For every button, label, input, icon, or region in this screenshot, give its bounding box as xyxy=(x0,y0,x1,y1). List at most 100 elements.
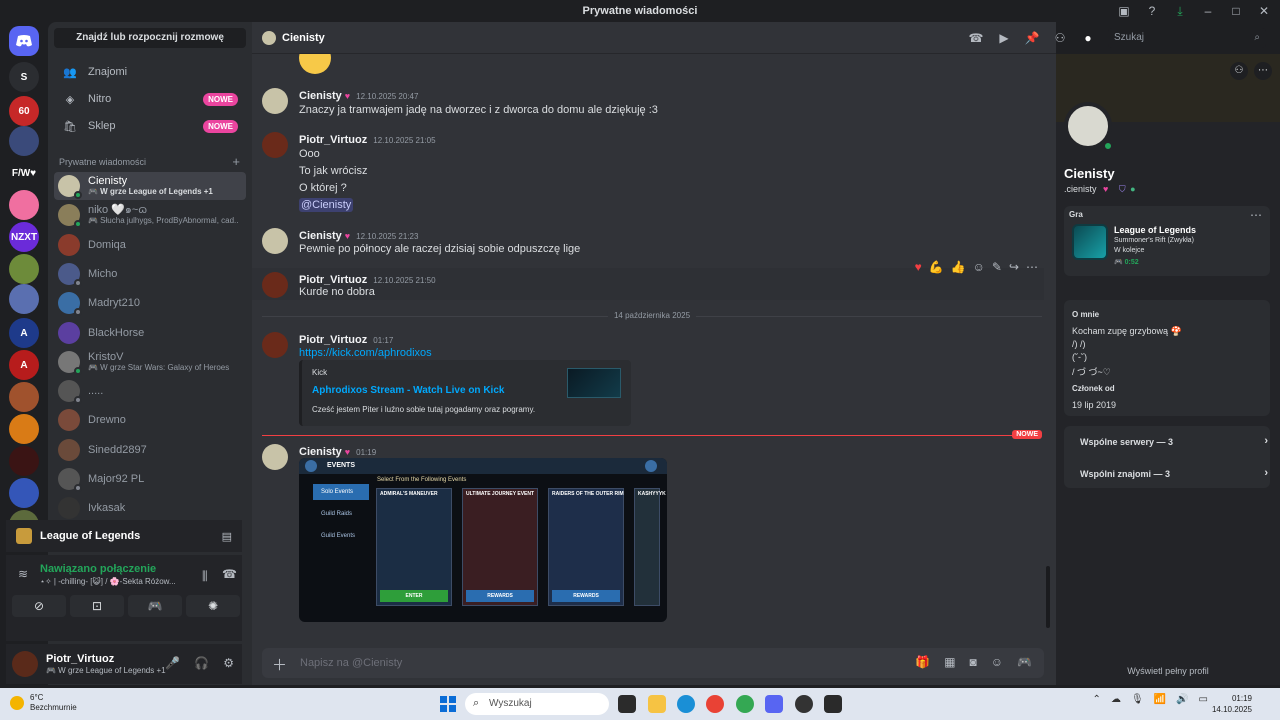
message-link[interactable]: https://kick.com/aphrodixos xyxy=(299,347,432,359)
attach-plus-icon[interactable]: ＋ xyxy=(272,654,287,675)
tray-expand-icon[interactable]: ⌃ xyxy=(1093,694,1101,705)
noise-suppression-icon[interactable]: ⫼ xyxy=(202,569,208,584)
server-icon[interactable] xyxy=(9,414,39,444)
inbox-icon[interactable]: ▣ xyxy=(1116,3,1132,19)
camera-off-button[interactable]: ⊘ xyxy=(12,595,66,617)
dm-item[interactable]: BlackHorse xyxy=(54,319,246,347)
windows-start-icon[interactable] xyxy=(440,696,456,712)
message-composer[interactable]: ＋ Napisz na @Cienisty 🎁 ▦ ◙ ☺ 🎮 xyxy=(262,648,1044,678)
minimize-icon[interactable]: – xyxy=(1200,3,1216,19)
taskbar-clock[interactable]: 01:19 14.10.2025 xyxy=(1212,693,1252,715)
more-icon[interactable]: ⋯ xyxy=(1026,260,1038,274)
mic-tray-icon[interactable]: 🎙 xyxy=(1131,694,1144,705)
signal-icon[interactable]: ≋ xyxy=(18,567,28,581)
volume-icon[interactable]: 🔊 xyxy=(1176,694,1188,705)
gift-icon[interactable]: 🎁 xyxy=(915,655,930,669)
edit-icon[interactable]: ✎ xyxy=(992,260,1002,274)
close-icon[interactable]: ✕ xyxy=(1256,3,1272,19)
thumbs-up-reaction-icon[interactable]: 👍 xyxy=(951,260,966,274)
author-name[interactable]: Cienisty xyxy=(299,230,342,242)
author-name[interactable]: Piotr_Virtuoz xyxy=(299,274,367,286)
activity-more-icon[interactable]: ⋯ xyxy=(1250,208,1262,222)
activity-button[interactable]: 🎮 xyxy=(128,595,182,617)
activity-settings-icon[interactable]: ▤ xyxy=(222,530,232,543)
server-icon[interactable] xyxy=(9,382,39,412)
app-icon[interactable] xyxy=(795,695,813,713)
dm-item[interactable]: Sinedd2897 xyxy=(54,436,246,464)
edge-icon[interactable] xyxy=(677,695,695,713)
pin-icon[interactable]: 📌 xyxy=(1024,30,1040,46)
author-name[interactable]: Piotr_Virtuoz xyxy=(299,334,367,346)
discord-home-button[interactable] xyxy=(9,26,39,56)
server-icon[interactable] xyxy=(9,446,39,476)
user-mention[interactable]: @Cienisty xyxy=(299,198,354,212)
apps-icon[interactable]: 🎮 xyxy=(1017,655,1032,669)
microphone-icon[interactable]: 🎤 xyxy=(165,656,180,670)
author-name[interactable]: Cienisty xyxy=(299,446,342,458)
maximize-icon[interactable]: □ xyxy=(1228,3,1244,19)
nav-item-0[interactable]: 👥 Znajomi xyxy=(54,60,246,84)
download-icon[interactable]: ⤓ xyxy=(1172,3,1188,19)
file-explorer-icon[interactable] xyxy=(648,695,666,713)
server-icon[interactable] xyxy=(9,190,39,220)
user-avatar[interactable] xyxy=(12,651,38,677)
taskbar-search[interactable]: ⌕ Wyszukaj xyxy=(465,693,609,715)
dm-item[interactable]: Major92 PL xyxy=(54,465,246,493)
dm-item[interactable]: niko 🤍๑~ɷ 🎮 Słucha julhygs, ProdByAbnorma… xyxy=(54,201,246,229)
image-attachment[interactable]: EVENTS Select From the Following Events … xyxy=(299,458,667,622)
server-icon[interactable]: A xyxy=(9,318,39,348)
dm-item[interactable]: Cienisty 🎮 W grze League of Legends +1 xyxy=(54,172,246,200)
author-avatar[interactable] xyxy=(262,332,288,358)
forward-icon[interactable]: ↪ xyxy=(1009,260,1019,274)
battery-icon[interactable]: ▭ xyxy=(1199,694,1208,705)
help-icon[interactable]: ? xyxy=(1144,3,1160,19)
voice-channel[interactable]: ⋆✧ | -chilling- [😺] / 🌸-Sekta Różow... xyxy=(40,577,176,586)
embed-title[interactable]: Aphrodixos Stream - Watch Live on Kick xyxy=(312,385,504,396)
composer-placeholder[interactable]: Napisz na @Cienisty xyxy=(300,657,402,669)
wifi-icon[interactable]: 📶 xyxy=(1154,694,1166,705)
onedrive-icon[interactable]: ☁ xyxy=(1111,694,1121,705)
discord-taskbar-icon[interactable] xyxy=(765,695,783,713)
profile-more-icon[interactable]: ⋯ xyxy=(1254,62,1272,80)
author-avatar[interactable] xyxy=(262,272,288,298)
author-avatar[interactable] xyxy=(262,88,288,114)
dm-item[interactable]: Micho xyxy=(54,260,246,288)
add-friend-icon[interactable]: ⚇ xyxy=(1052,30,1068,46)
mutual-friends-link[interactable]: Wspólni znajomi — 3 › xyxy=(1072,460,1278,488)
heart-reaction-icon[interactable]: ♥ xyxy=(915,260,922,274)
task-view-icon[interactable] xyxy=(618,695,636,713)
server-icon[interactable]: F/W♥ xyxy=(9,158,39,188)
nav-item-2[interactable]: 🛍 Sklep NOWE xyxy=(54,114,246,138)
server-icon[interactable]: 60 xyxy=(9,96,39,126)
server-icon[interactable] xyxy=(9,284,39,314)
activity-game-bar[interactable]: League of Legends ▤ xyxy=(6,520,242,552)
new-dm-icon[interactable]: + xyxy=(232,154,240,169)
mutual-servers-link[interactable]: Wspólne serwery — 3 › xyxy=(1072,428,1278,456)
voice-call-icon[interactable]: ☎ xyxy=(968,30,984,46)
headphones-icon[interactable]: 🎧 xyxy=(194,656,209,670)
server-icon[interactable]: A xyxy=(9,350,39,380)
chrome-profile-icon[interactable] xyxy=(736,695,754,713)
embed-provider[interactable]: Kick xyxy=(312,368,327,377)
sticker-icon[interactable]: ◙ xyxy=(970,655,977,669)
settings-gear-icon[interactable]: ⚙ xyxy=(223,656,234,670)
voice-status[interactable]: Nawiązano połączenie xyxy=(40,563,156,575)
author-avatar[interactable] xyxy=(262,132,288,158)
video-call-icon[interactable]: ▶ xyxy=(996,30,1012,46)
disconnect-icon[interactable]: ☎ xyxy=(222,567,237,581)
chrome-icon[interactable] xyxy=(706,695,724,713)
soundboard-button[interactable]: ✺ xyxy=(186,595,240,617)
find-conversation-button[interactable]: Znajdź lub rozpocznij rozmowę xyxy=(54,28,246,48)
league-taskbar-icon[interactable] xyxy=(824,695,842,713)
profile-toggle-icon[interactable]: ● xyxy=(1080,30,1096,46)
dm-item[interactable]: Madryt210 xyxy=(54,289,246,317)
add-reaction-icon[interactable]: ☺ xyxy=(973,260,985,274)
channel-name[interactable]: Cienisty xyxy=(282,32,325,44)
add-friend-icon[interactable]: ⚇ xyxy=(1230,62,1248,80)
server-icon[interactable] xyxy=(9,254,39,284)
chat-scrollbar[interactable] xyxy=(1046,566,1050,628)
author-name[interactable]: Piotr_Virtuoz xyxy=(299,134,367,146)
server-icon[interactable] xyxy=(9,478,39,508)
view-full-profile-button[interactable]: Wyświetl pełny profil xyxy=(1056,666,1280,676)
dm-item[interactable]: ..... xyxy=(54,377,246,405)
